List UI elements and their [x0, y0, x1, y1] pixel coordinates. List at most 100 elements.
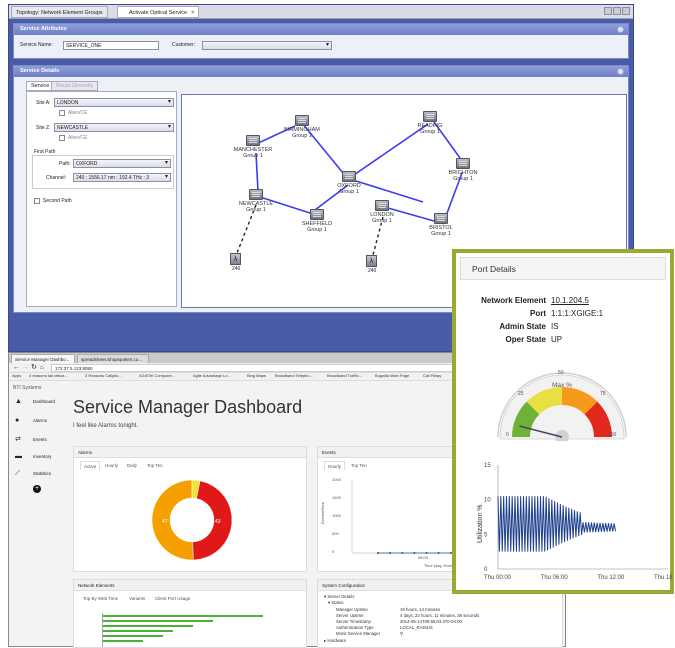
node-group: Group 1 [453, 176, 473, 182]
site-z-alien-checkbox[interactable] [59, 135, 65, 141]
tab-daily[interactable]: Daily [124, 461, 140, 470]
node-london-icon[interactable] [375, 200, 389, 211]
sidebar-item-alarms[interactable]: ● Alarms [11, 416, 55, 426]
utilization-y-tick: 10 [484, 498, 491, 504]
tab-hourly[interactable]: Hourly [102, 461, 121, 470]
service-name-input[interactable]: SERVICE_ONE [63, 41, 159, 50]
path-select[interactable]: OXFORD [73, 159, 171, 168]
reload-icon[interactable]: ↻ [31, 363, 37, 373]
tab-top-by-web-time[interactable]: Top By Web Time [80, 594, 121, 603]
section-status[interactable]: ▾ Status [328, 600, 344, 606]
tab-top-ten[interactable]: Top Ten [348, 461, 370, 470]
first-path-group: Path: OXFORD Channel: 240 : 1556.17 nm :… [32, 155, 174, 189]
maximize-button[interactable] [613, 7, 621, 15]
max-utilization-gauge: Max % 0 100 25 50 75 [497, 370, 627, 441]
tab-client-port-usage[interactable]: Client Port Usage [152, 594, 193, 603]
tab-active[interactable]: Active [80, 461, 101, 470]
node-brighton-icon[interactable] [456, 158, 470, 169]
node-sheffield-icon[interactable] [310, 209, 324, 220]
node-bristol-icon[interactable] [434, 213, 448, 224]
link-icon[interactable]: ⚲ [400, 631, 403, 637]
amplifier-icon[interactable]: λ [366, 255, 377, 267]
node-birmingham-icon[interactable] [295, 115, 309, 126]
close-window-button[interactable] [622, 7, 630, 15]
bar [103, 615, 263, 617]
donut-slice [192, 480, 233, 561]
node-label: NEWCASTLE Group 1 [231, 201, 281, 213]
events-x-label: Time (day, Hour) [424, 563, 454, 568]
browser-tab-dashboard[interactable]: Service Manager Dashbo... [11, 354, 75, 363]
customer-select[interactable] [202, 41, 332, 50]
network-elements-card: Network Elements Top By Web Time Variant… [73, 579, 307, 648]
tab-topology[interactable]: Topology: Network Element Groups [11, 6, 108, 18]
add-icon[interactable]: + [33, 485, 41, 493]
bookmark[interactable]: Bugzilla Main Page [375, 373, 409, 378]
inventory-icon: ▬ [15, 453, 22, 460]
second-path-checkbox[interactable] [34, 198, 40, 204]
site-a-alien-checkbox[interactable] [59, 110, 65, 116]
site-z-select[interactable]: NEWCASTLE [54, 123, 174, 132]
browser-tab-spreadsheet[interactable]: spreadsheet.ishopspoken.co... [77, 354, 149, 363]
events-point [425, 552, 428, 554]
amplifier-label: 240 [368, 268, 377, 274]
network-element-link[interactable]: 10.1.204.5 [551, 296, 589, 305]
bar [103, 625, 193, 627]
second-path-label: Second Path [43, 198, 72, 204]
tab-top-ten[interactable]: Top Ten [144, 461, 166, 470]
events-point [377, 552, 379, 554]
site-a-select[interactable]: LONDON [54, 98, 174, 107]
sidebar-item-dashboard[interactable]: ▲ Dashboard [11, 397, 55, 407]
close-icon[interactable]: × [191, 10, 194, 16]
bookmark[interactable]: AG4ITel Computer... [139, 373, 175, 378]
events-point [413, 552, 416, 554]
node-label: SHEFFIELD Group 1 [292, 221, 342, 233]
node-oxford-icon[interactable] [342, 171, 356, 182]
cfg-key: Monit Service Manager [336, 631, 381, 636]
forward-icon[interactable]: → [22, 363, 29, 373]
events-y-tick: 2000 [332, 477, 342, 482]
bookmark[interactable]: 4 reasons tail critica... [29, 373, 68, 378]
field-label: Port [530, 309, 546, 318]
utilization-chart: Utilization % 15 10 5 0 Thu 00:00 Thu 06:00 T… [477, 463, 672, 581]
bookmark[interactable]: Broadband Telepho... [275, 373, 313, 378]
back-icon[interactable]: ← [13, 363, 20, 373]
minimize-button[interactable] [604, 7, 612, 15]
node-label: BIRMINGHAM Group 1 [277, 127, 327, 139]
tab-route-diversity[interactable]: Route Diversity [51, 81, 99, 91]
bookmark[interactable]: Bing Maps [247, 373, 266, 378]
port-details-popup: Port Details Network Element 10.1.204.5 … [452, 249, 674, 594]
bookmark[interactable]: Call Relay [423, 373, 441, 378]
bookmark[interactable]: Agile Advantage Lo... [193, 373, 231, 378]
bookmark[interactable]: 3 Reasons Callpilo... [85, 373, 122, 378]
collapse-icon[interactable] [617, 68, 624, 75]
amplifier-label: 240 [232, 266, 241, 272]
bookmark[interactable]: Apps [12, 373, 21, 378]
path-label: Path: [59, 161, 71, 167]
sidebar-item-events[interactable]: ⇄ Events [11, 435, 55, 445]
sidebar-item-statistics[interactable]: ⟋ Statistics [11, 469, 55, 479]
service-form: Site A: LONDON Alien/CE Site Z: NEWCASTL… [26, 91, 177, 307]
tab-activate-optical-service[interactable]: Activate Optical Service × [117, 6, 200, 18]
utilization-y-tick: 0 [484, 567, 488, 573]
cfg-value: LOCAL_RADIUS [400, 625, 433, 630]
node-reading-icon[interactable] [423, 111, 437, 122]
tab-variants[interactable]: Variants [126, 594, 148, 603]
panel-title: Service Attributes [20, 26, 67, 32]
utilization-y-tick: 5 [484, 532, 488, 538]
address-bar[interactable]: 172.27.5.123:8080 [51, 364, 471, 372]
node-newcastle-icon[interactable] [249, 189, 263, 200]
tab-hourly[interactable]: Hourly [324, 461, 346, 470]
node-label: BRISTOL Group 1 [416, 225, 466, 237]
channel-select[interactable]: 240 : 1556.17 nm : 192.4 THz : 3 [73, 173, 171, 182]
home-icon[interactable]: ⌂ [40, 363, 44, 373]
section-hardware[interactable]: ▸ Hardware [324, 638, 346, 644]
donut-label-red: 43 [215, 519, 221, 525]
sidebar-item-inventory[interactable]: ▬ Inventory [11, 452, 55, 462]
gauge-min: 0 [506, 432, 509, 438]
bar [103, 640, 143, 642]
node-manchester-icon[interactable] [246, 135, 260, 146]
amplifier-icon[interactable]: λ [230, 253, 241, 265]
collapse-icon[interactable] [617, 26, 624, 33]
bookmark[interactable]: Broadband TraffIc... [327, 373, 362, 378]
panel-header: Service Attributes [14, 24, 628, 35]
